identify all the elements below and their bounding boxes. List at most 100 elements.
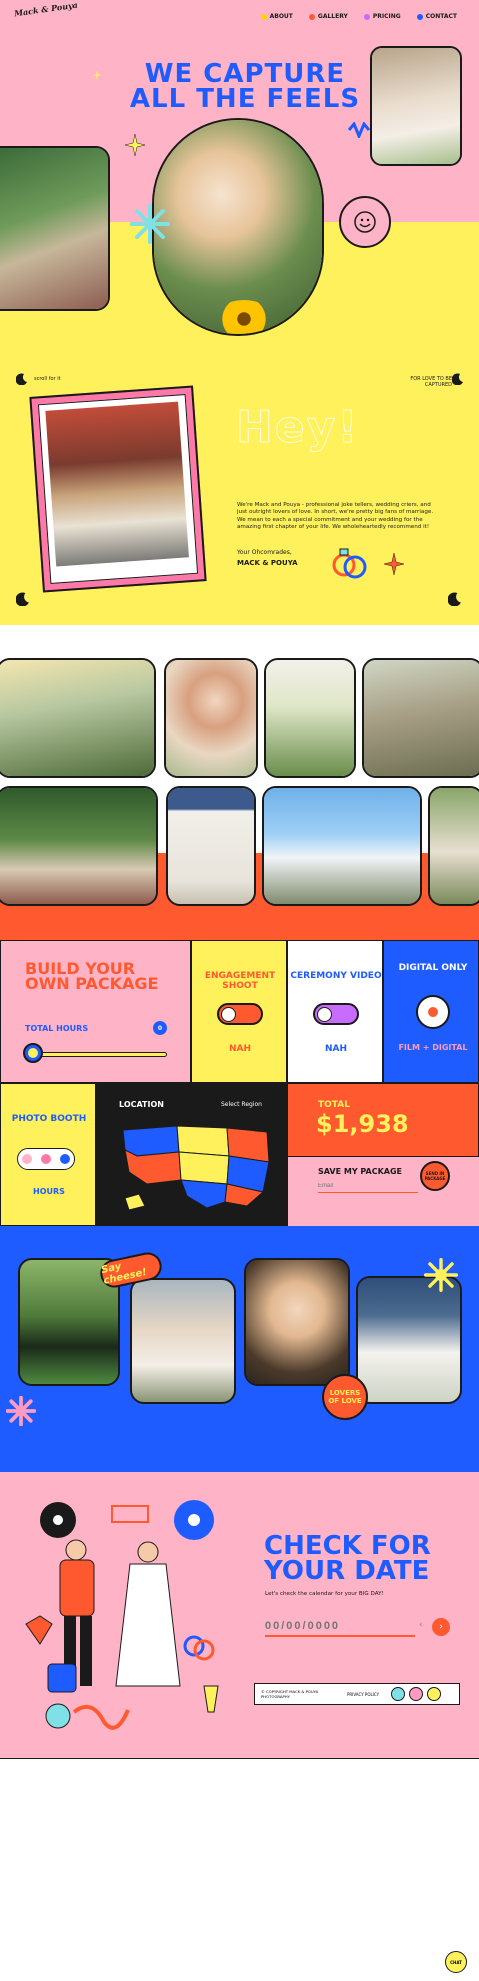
ceremony-label: CEREMONY VIDEO — [290, 971, 382, 981]
sparkle-icon — [125, 134, 145, 156]
date-prev-icon[interactable]: ‹ — [419, 1620, 423, 1630]
location-label: LOCATION — [119, 1100, 164, 1109]
hours-value: 0 — [157, 1024, 163, 1032]
burst-icon — [424, 1258, 458, 1292]
contact-footer-bar: © COPYRIGHT MACK & POUYA PHOTOGRAPHY PRI… — [254, 1683, 460, 1705]
nav-gallery-label: GALLERY — [317, 13, 348, 20]
total-value: $1,938 — [316, 1110, 409, 1138]
burst-icon — [6, 1396, 36, 1426]
chat-button[interactable]: CHAT — [445, 1951, 467, 1973]
build-package-title: BUILD YOUR OWN PACKAGE — [25, 959, 159, 993]
top-nav: Mack & Pouya ABOUT GALLERY PRICING CONTA… — [0, 0, 479, 36]
about-body: We're Mack and Pouya - professional joke… — [237, 502, 434, 531]
film-digital-dial[interactable] — [416, 995, 450, 1029]
flower-icon — [416, 13, 423, 20]
ceremony-toggle[interactable] — [313, 1003, 359, 1025]
ceremony-value: NAH — [324, 1044, 348, 1054]
sparkle-icon — [384, 553, 404, 575]
nav-gallery[interactable]: GALLERY — [308, 13, 348, 20]
nav-contact[interactable]: CONTACT — [416, 13, 457, 20]
hero-title-line2: ALL THE FEELS — [129, 84, 361, 114]
nav-about-label: ABOUT — [269, 13, 293, 20]
engagement-card: ENGAGEMENT SHOOT NAH — [191, 940, 287, 1083]
hero-photo-center — [152, 118, 324, 336]
photo-booth-label: PHOTO BOOTH — [11, 1114, 87, 1124]
wedding-couple-icon — [25, 1500, 219, 1730]
copyright-text: © COPYRIGHT MACK & POUYA PHOTOGRAPHY — [261, 1689, 319, 1699]
squiggle-icon — [348, 122, 370, 138]
gallery-photo[interactable] — [166, 786, 256, 906]
couple-illustration — [18, 1498, 228, 1738]
photo-booth-card: PHOTO BOOTH HOURS — [0, 1083, 96, 1226]
hero-photo-right — [370, 46, 462, 166]
email-icon[interactable] — [427, 1687, 441, 1701]
contact-title: CHECK FOR YOUR DATE — [264, 1533, 431, 1586]
minus-icon[interactable] — [22, 1154, 33, 1164]
gallery-photo[interactable] — [164, 658, 258, 778]
nav-contact-label: CONTACT — [425, 13, 457, 20]
hero-title: WE CAPTURE ALL THE FEELS — [120, 61, 370, 114]
moon-icon — [16, 373, 27, 385]
burst-icon — [130, 204, 170, 244]
sparkle-icon — [92, 70, 102, 80]
star-icon — [260, 13, 267, 20]
location-card: LOCATION Select Region — [96, 1083, 287, 1226]
heart-icon — [363, 13, 370, 20]
gallery-photo[interactable] — [262, 786, 422, 906]
date-next-button[interactable]: › — [432, 1618, 450, 1636]
instagram-icon[interactable] — [409, 1687, 423, 1701]
moon-icon — [448, 592, 461, 606]
send-package-button[interactable]: SEND IN PACKAGE — [420, 1161, 450, 1191]
plus-icon[interactable] — [59, 1154, 70, 1164]
brand-logo[interactable]: Mack & Pouya — [14, 0, 79, 19]
build-package-card: BUILD YOUR OWN PACKAGE TOTAL HOURS 0 — [0, 940, 191, 1083]
nav-pricing-label: PRICING — [372, 13, 401, 20]
gallery-photo[interactable] — [264, 658, 356, 778]
ceremony-card: CEREMONY VIDEO NAH — [287, 940, 383, 1083]
gallery-photo[interactable] — [428, 786, 479, 906]
about-photo — [45, 401, 189, 567]
hours-slider-track[interactable] — [35, 1052, 167, 1057]
about-signoff: Your Ohcomrades, — [237, 549, 292, 556]
circular-badge — [339, 196, 391, 248]
about-heading: Hey! — [235, 402, 360, 454]
send-package-label: SEND IN PACKAGE — [424, 1171, 446, 1181]
contact-subtitle: Let's check the calendar for your BIG DA… — [265, 1591, 384, 1597]
sparkle-icon — [308, 13, 315, 20]
hours-slider-handle[interactable] — [23, 1043, 43, 1063]
privacy-link[interactable]: PRIVACY POLICY — [335, 1692, 391, 1697]
select-region[interactable]: Select Region — [221, 1101, 262, 1108]
facebook-icon[interactable] — [391, 1687, 405, 1701]
lovers-of-love-sticker: LOVERS OF LOVE — [322, 1374, 368, 1420]
film-digital-label: FILM + DIGITAL — [398, 1043, 468, 1052]
gallery-photo[interactable] — [0, 658, 156, 778]
save-package-title: SAVE MY PACKAGE — [318, 1167, 403, 1176]
scroll-hint-right: FOR LOVE TO BE CAPTURED — [410, 376, 452, 388]
total-label: TOTAL — [318, 1100, 350, 1110]
gallery2-photo[interactable] — [356, 1276, 462, 1404]
nav-pricing[interactable]: PRICING — [363, 13, 401, 20]
hero-photo-left — [0, 146, 110, 311]
date-input[interactable] — [265, 1617, 415, 1637]
email-field[interactable] — [318, 1179, 418, 1193]
gallery-photo[interactable] — [0, 786, 158, 906]
scroll-hint-left: scroll for it — [34, 376, 61, 382]
chat-label: CHAT — [450, 1959, 462, 1965]
contact-title-line2: YOUR DATE — [264, 1556, 430, 1586]
moon-icon — [452, 373, 463, 385]
gallery2-photo[interactable] — [244, 1258, 350, 1386]
save-package-panel: SAVE MY PACKAGE SEND IN PACKAGE — [288, 1156, 479, 1227]
film-digital-card: DIGITAL ONLY FILM + DIGITAL — [383, 940, 479, 1083]
smiley-icon — [354, 211, 376, 233]
us-map[interactable] — [117, 1122, 277, 1218]
gallery2-photo[interactable] — [130, 1278, 236, 1404]
nav-about[interactable]: ABOUT — [260, 13, 293, 20]
gallery-photo[interactable] — [362, 658, 479, 778]
hours-value-badge: 0 — [153, 1021, 167, 1035]
about-photo-frame — [29, 385, 207, 593]
engagement-toggle[interactable] — [217, 1003, 263, 1025]
arrow-right-icon: › — [439, 1621, 443, 1632]
total-hours-label: TOTAL HOURS — [25, 1024, 89, 1033]
photo-booth-stepper[interactable] — [17, 1148, 75, 1170]
total-card: TOTAL $1,938 SAVE MY PACKAGE SEND IN PAC… — [287, 1083, 479, 1227]
